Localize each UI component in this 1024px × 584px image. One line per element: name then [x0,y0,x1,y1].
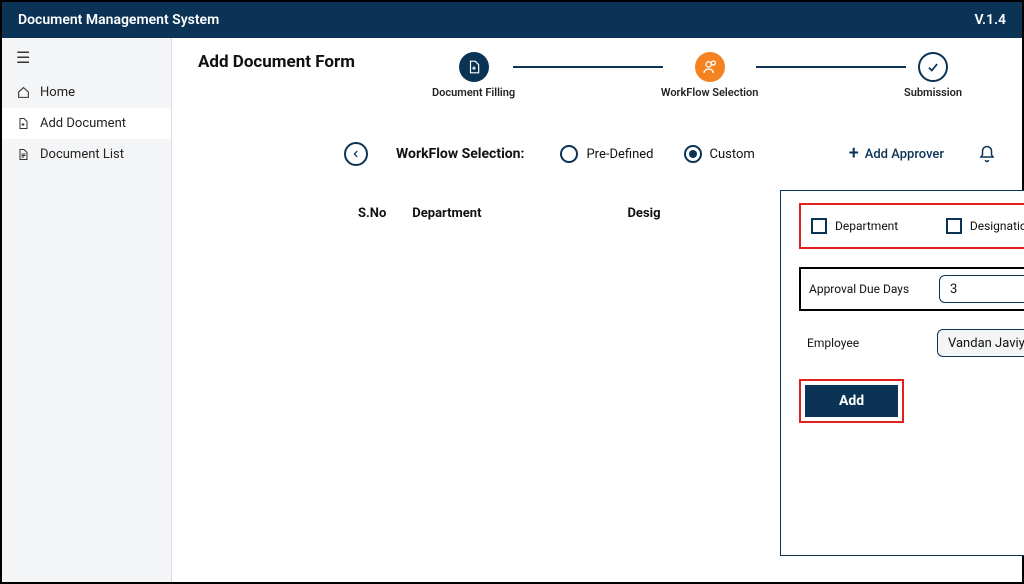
add-button-highlight: Add [799,379,904,423]
col-designation: Desig [627,206,660,221]
sidebar-item-label: Home [40,85,75,100]
step-label: Document Filling [432,86,515,99]
approver-type-group: Department Designation ✓ Manager /Superv… [799,203,1024,249]
top-bar: Document Management System V.1.4 [2,2,1022,38]
app-title: Document Management System [18,12,219,28]
approval-due-days-input[interactable] [939,275,1024,303]
back-button[interactable] [344,142,368,166]
checkbox-label: Department [835,219,898,233]
col-department: Department [412,206,481,221]
sidebar-item-add-document[interactable]: Add Document [2,108,171,139]
sidebar: ☰ Home Add Document Document List [2,38,172,582]
checkbox-label: Designation [970,219,1024,233]
hamburger-icon[interactable]: ☰ [2,38,171,77]
radio-label: Custom [710,147,755,162]
add-approver-button[interactable]: + Add Approver [849,147,944,162]
workflow-section-label: WorkFlow Selection: [396,146,524,162]
checkbox-icon [811,218,827,234]
sidebar-item-label: Add Document [40,116,126,131]
col-sno: S.No [358,206,386,221]
radio-custom[interactable]: Custom [684,145,755,163]
radio-icon [560,145,578,163]
plus-icon: + [849,147,859,161]
add-approver-label: Add Approver [865,147,944,162]
checkbox-department[interactable]: Department [811,218,898,234]
step-label: WorkFlow Selection [661,86,759,99]
step-label: Submission [904,86,962,99]
radio-icon [684,145,702,163]
step-connector [756,66,906,68]
add-button[interactable]: Add [805,385,898,417]
add-approver-popover: ✕ Department Designation ✓ Manager /Supe… [780,190,1024,556]
app-version: V.1.4 [974,12,1006,28]
sidebar-item-home[interactable]: Home [2,77,171,108]
step-submission: Submission [904,52,962,99]
radio-predefined[interactable]: Pre-Defined [560,145,653,163]
home-icon [16,86,30,99]
radio-label: Pre-Defined [586,147,653,162]
document-icon [459,52,489,82]
step-connector [513,66,663,68]
employee-input[interactable] [937,329,1024,357]
stepper: Document Filling WorkFlow Selection Subm… [432,52,962,99]
bell-icon[interactable] [978,145,996,163]
step-workflow-selection: WorkFlow Selection [661,52,759,99]
step-document-filling: Document Filling [432,52,515,99]
sidebar-item-label: Document List [40,147,124,162]
add-document-icon [16,117,30,130]
sidebar-item-document-list[interactable]: Document List [2,139,171,170]
document-list-icon [16,148,30,161]
checkbox-icon [946,218,962,234]
checkbox-designation[interactable]: Designation [946,218,1024,234]
check-icon [918,52,948,82]
approval-due-days-row: Approval Due Days [799,267,1024,311]
field-label: Employee [807,336,927,350]
user-icon [695,52,725,82]
main-content: Add Document Form Document Filling WorkF… [172,38,1022,582]
field-label: Approval Due Days [809,282,929,296]
